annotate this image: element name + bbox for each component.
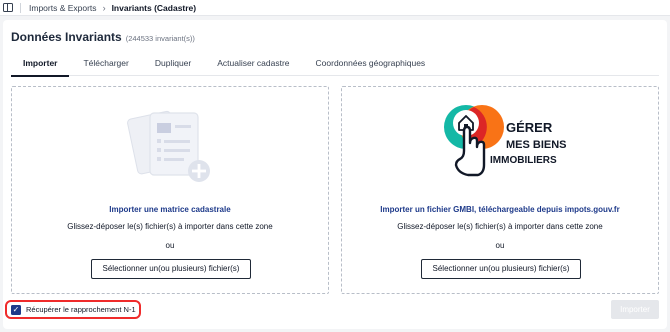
- chevron-right-icon: ›: [102, 2, 106, 13]
- document-add-icon: [127, 110, 210, 182]
- dropzone-hint: Glissez-déposer le(s) fichier(s) à impor…: [67, 222, 273, 231]
- divider: [20, 2, 21, 13]
- tab-importer[interactable]: Importer: [11, 54, 70, 77]
- breadcrumb-parent[interactable]: Imports & Exports: [29, 3, 97, 13]
- logo-line-1: GÉRER: [506, 120, 553, 135]
- select-files-button[interactable]: Sélectionner un(ou plusieurs) fichier(s): [91, 259, 251, 279]
- logo-line-2: MES BIENS: [506, 139, 567, 151]
- import-button[interactable]: Importer: [611, 300, 659, 319]
- page-header: Données Invariants (244533 invariant(s)): [11, 30, 195, 44]
- select-files-button[interactable]: Sélectionner un(ou plusieurs) fichier(s): [421, 259, 581, 279]
- main-card: Données Invariants (244533 invariant(s))…: [3, 20, 667, 329]
- top-bar: Imports & Exports › Invariants (Cadastre…: [0, 0, 670, 16]
- invariant-count: (244533 invariant(s)): [125, 34, 195, 43]
- dropzone-or: ou: [165, 241, 175, 250]
- rapprochement-label[interactable]: Récupérer le rapprochement N-1: [26, 305, 136, 314]
- page-title: Données Invariants: [11, 30, 122, 44]
- dropzone-hint: Glissez-déposer le(s) fichier(s) à impor…: [397, 222, 603, 231]
- gmbi-logo: GÉRER MES BIENS IMMOBILIERS: [444, 105, 567, 177]
- cadastre-dropzone[interactable]: Importer une matrice cadastrale Glissez-…: [11, 86, 329, 294]
- tab-dupliquer[interactable]: Dupliquer: [143, 54, 203, 76]
- logo-line-3: IMMOBILIERS: [490, 155, 557, 166]
- checkbox-checked-icon[interactable]: ✓: [11, 304, 21, 315]
- dropzone-title: Importer un fichier GMBI, téléchargeable…: [380, 205, 620, 214]
- sidebar-toggle-icon[interactable]: [3, 3, 13, 12]
- tab-bar: Importer Télécharger Dupliquer Actualise…: [11, 54, 659, 77]
- tab-coordonnees-geographiques[interactable]: Coordonnées géographiques: [304, 54, 438, 76]
- tab-telecharger[interactable]: Télécharger: [71, 54, 140, 76]
- gmbi-dropzone[interactable]: GÉRER MES BIENS IMMOBILIERS Importer un …: [341, 86, 659, 294]
- breadcrumb-current: Invariants (Cadastre): [111, 2, 197, 13]
- dropzone-or: ou: [495, 241, 505, 250]
- dropzone-title: Importer une matrice cadastrale: [109, 205, 231, 214]
- rapprochement-option[interactable]: ✓ Récupérer le rapprochement N-1: [5, 300, 141, 319]
- tab-actualiser-cadastre[interactable]: Actualiser cadastre: [205, 54, 301, 76]
